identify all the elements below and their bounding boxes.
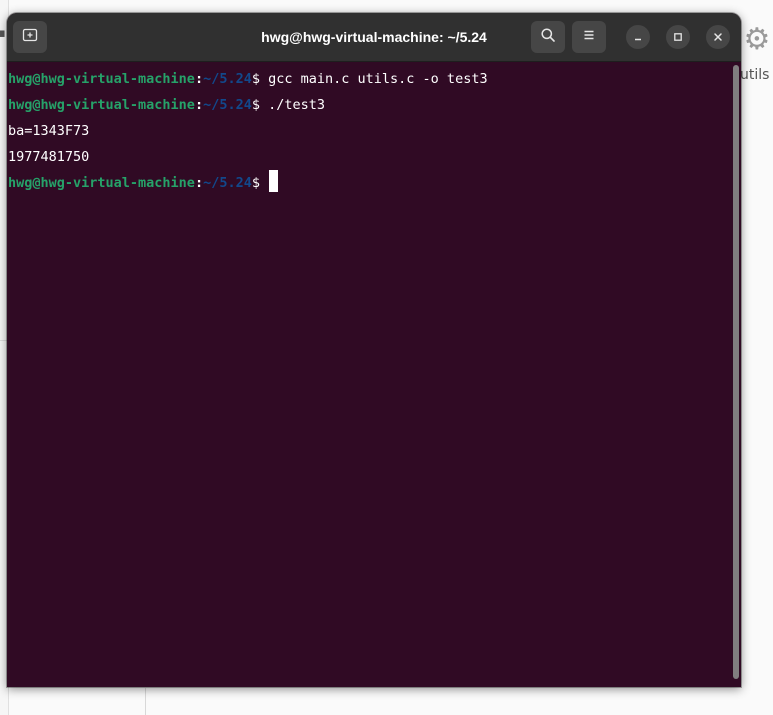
terminal-line: ba=1343F73 [8, 118, 731, 144]
prompt-symbol: $ [251, 175, 260, 191]
prompt-separator: : [194, 71, 204, 87]
close-icon [712, 28, 724, 47]
scrollbar-thumb[interactable] [733, 65, 739, 679]
minimize-button[interactable] [626, 25, 650, 49]
prompt-user-host: hwg@hwg-virtual-machine [8, 71, 195, 87]
prompt-symbol: $ [251, 97, 260, 113]
command-text: gcc main.c utils.c -o test3 [260, 71, 488, 87]
maximize-icon [672, 28, 684, 47]
background-utils-label[interactable]: utils [740, 67, 769, 83]
menu-button[interactable] [572, 21, 606, 53]
terminal-line: hwg@hwg-virtual-machine:~/5.24$ gcc main… [8, 66, 731, 92]
close-button[interactable] [706, 25, 730, 49]
text-cursor [269, 170, 278, 192]
gear-icon[interactable]: ⚙ [742, 24, 772, 56]
menu-icon [581, 27, 597, 47]
prompt-symbol: $ [251, 71, 260, 87]
prompt-separator: : [194, 97, 204, 113]
new-tab-icon [22, 27, 38, 47]
terminal-line: 1977481750 [8, 144, 731, 170]
terminal-output[interactable]: hwg@hwg-virtual-machine:~/5.24$ gcc main… [7, 62, 731, 687]
terminal-window[interactable]: hwg@hwg-virtual-machine: ~/5.24 hwg@hwg-… [7, 13, 741, 687]
background-divider-vertical [145, 688, 146, 715]
terminal-line: hwg@hwg-virtual-machine:~/5.24$ [8, 170, 731, 196]
prompt-directory: ~/5.24 [203, 71, 252, 87]
prompt-user-host: hwg@hwg-virtual-machine [8, 175, 195, 191]
prompt-directory: ~/5.24 [203, 97, 252, 113]
minimize-icon [632, 28, 644, 47]
prompt-directory: ~/5.24 [203, 175, 252, 191]
titlebar[interactable]: hwg@hwg-virtual-machine: ~/5.24 [7, 13, 741, 62]
output-text: ba=1343F73 [8, 123, 90, 139]
prompt-separator: : [194, 175, 204, 191]
command-text: ./test3 [260, 97, 326, 113]
search-button[interactable] [531, 21, 565, 53]
prompt-user-host: hwg@hwg-virtual-machine [8, 97, 195, 113]
output-text: 1977481750 [8, 149, 90, 165]
new-tab-button[interactable] [13, 21, 47, 53]
terminal-line: hwg@hwg-virtual-machine:~/5.24$ ./test3 [8, 92, 731, 118]
search-icon [540, 27, 556, 47]
scrollbar[interactable] [733, 65, 739, 679]
maximize-button[interactable] [666, 25, 690, 49]
